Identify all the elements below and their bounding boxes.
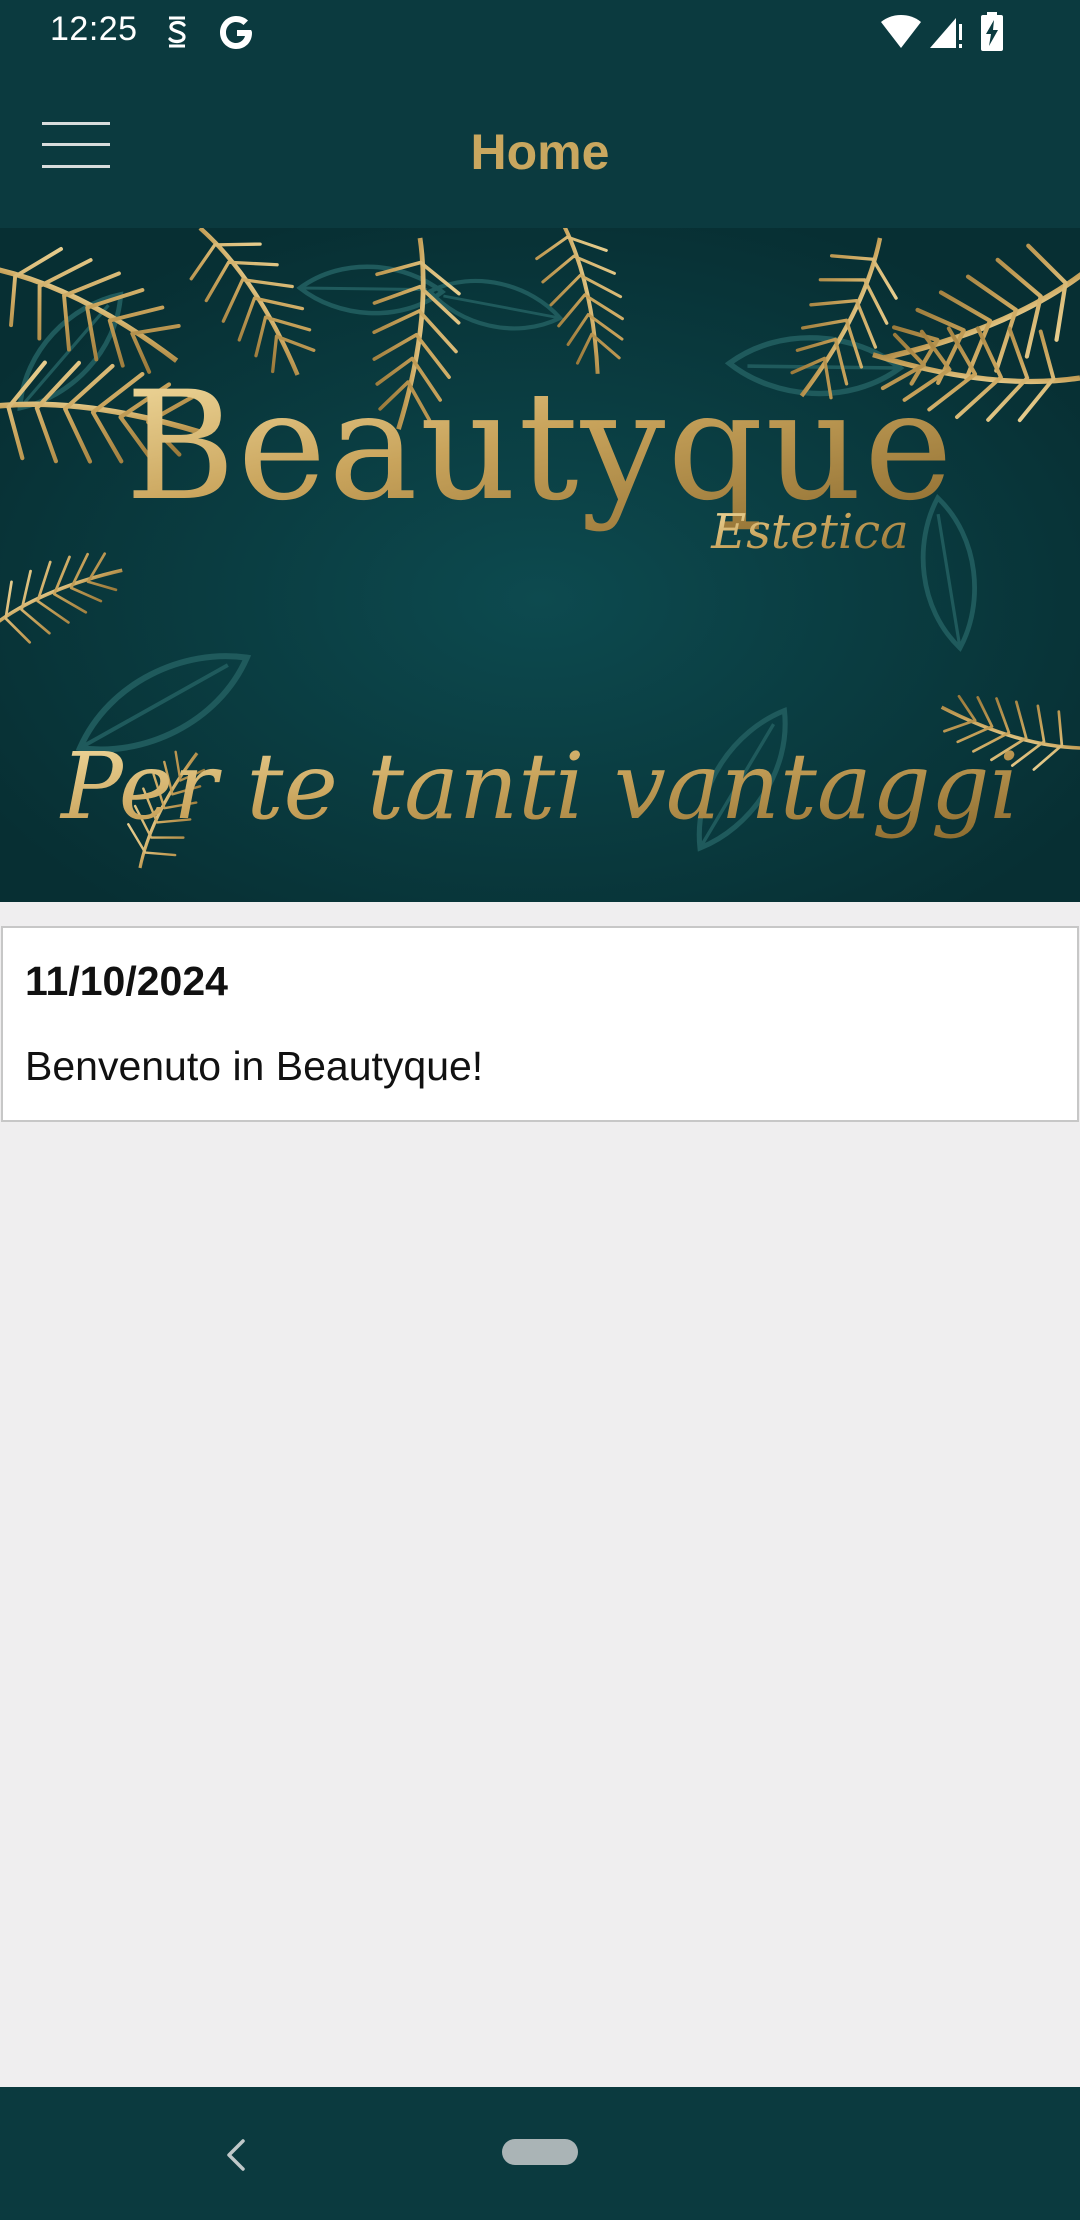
banner-artwork: Beautyque Estetica Per te tanti vantaggi: [0, 228, 1080, 902]
news-card[interactable]: 11/10/2024 Benvenuto in Beautyque!: [1, 926, 1079, 1122]
sync-app-icon: [168, 16, 186, 48]
news-date: 11/10/2024: [25, 958, 228, 1004]
page-title: Home: [470, 124, 610, 180]
wifi-icon: [881, 15, 921, 48]
back-chevron-icon[interactable]: [215, 2133, 259, 2177]
cell-signal-icon: [930, 18, 962, 48]
home-pill-icon[interactable]: [502, 2139, 578, 2165]
battery-charging-icon: [981, 12, 1003, 51]
banner-brand-sub: Estetica: [710, 504, 909, 560]
google-icon: [220, 16, 252, 49]
menu-button[interactable]: [30, 122, 126, 218]
status-time: 12:25: [50, 10, 138, 48]
app-bar: Home: [0, 64, 1080, 228]
news-message: Benvenuto in Beautyque!: [25, 1043, 484, 1089]
promo-banner: Beautyque Estetica Per te tanti vantaggi: [0, 228, 1080, 902]
system-nav-bar: [0, 2087, 1080, 2220]
banner-tagline: Per te tanti vantaggi: [59, 733, 1019, 840]
status-bar: 12:25: [0, 0, 1080, 64]
